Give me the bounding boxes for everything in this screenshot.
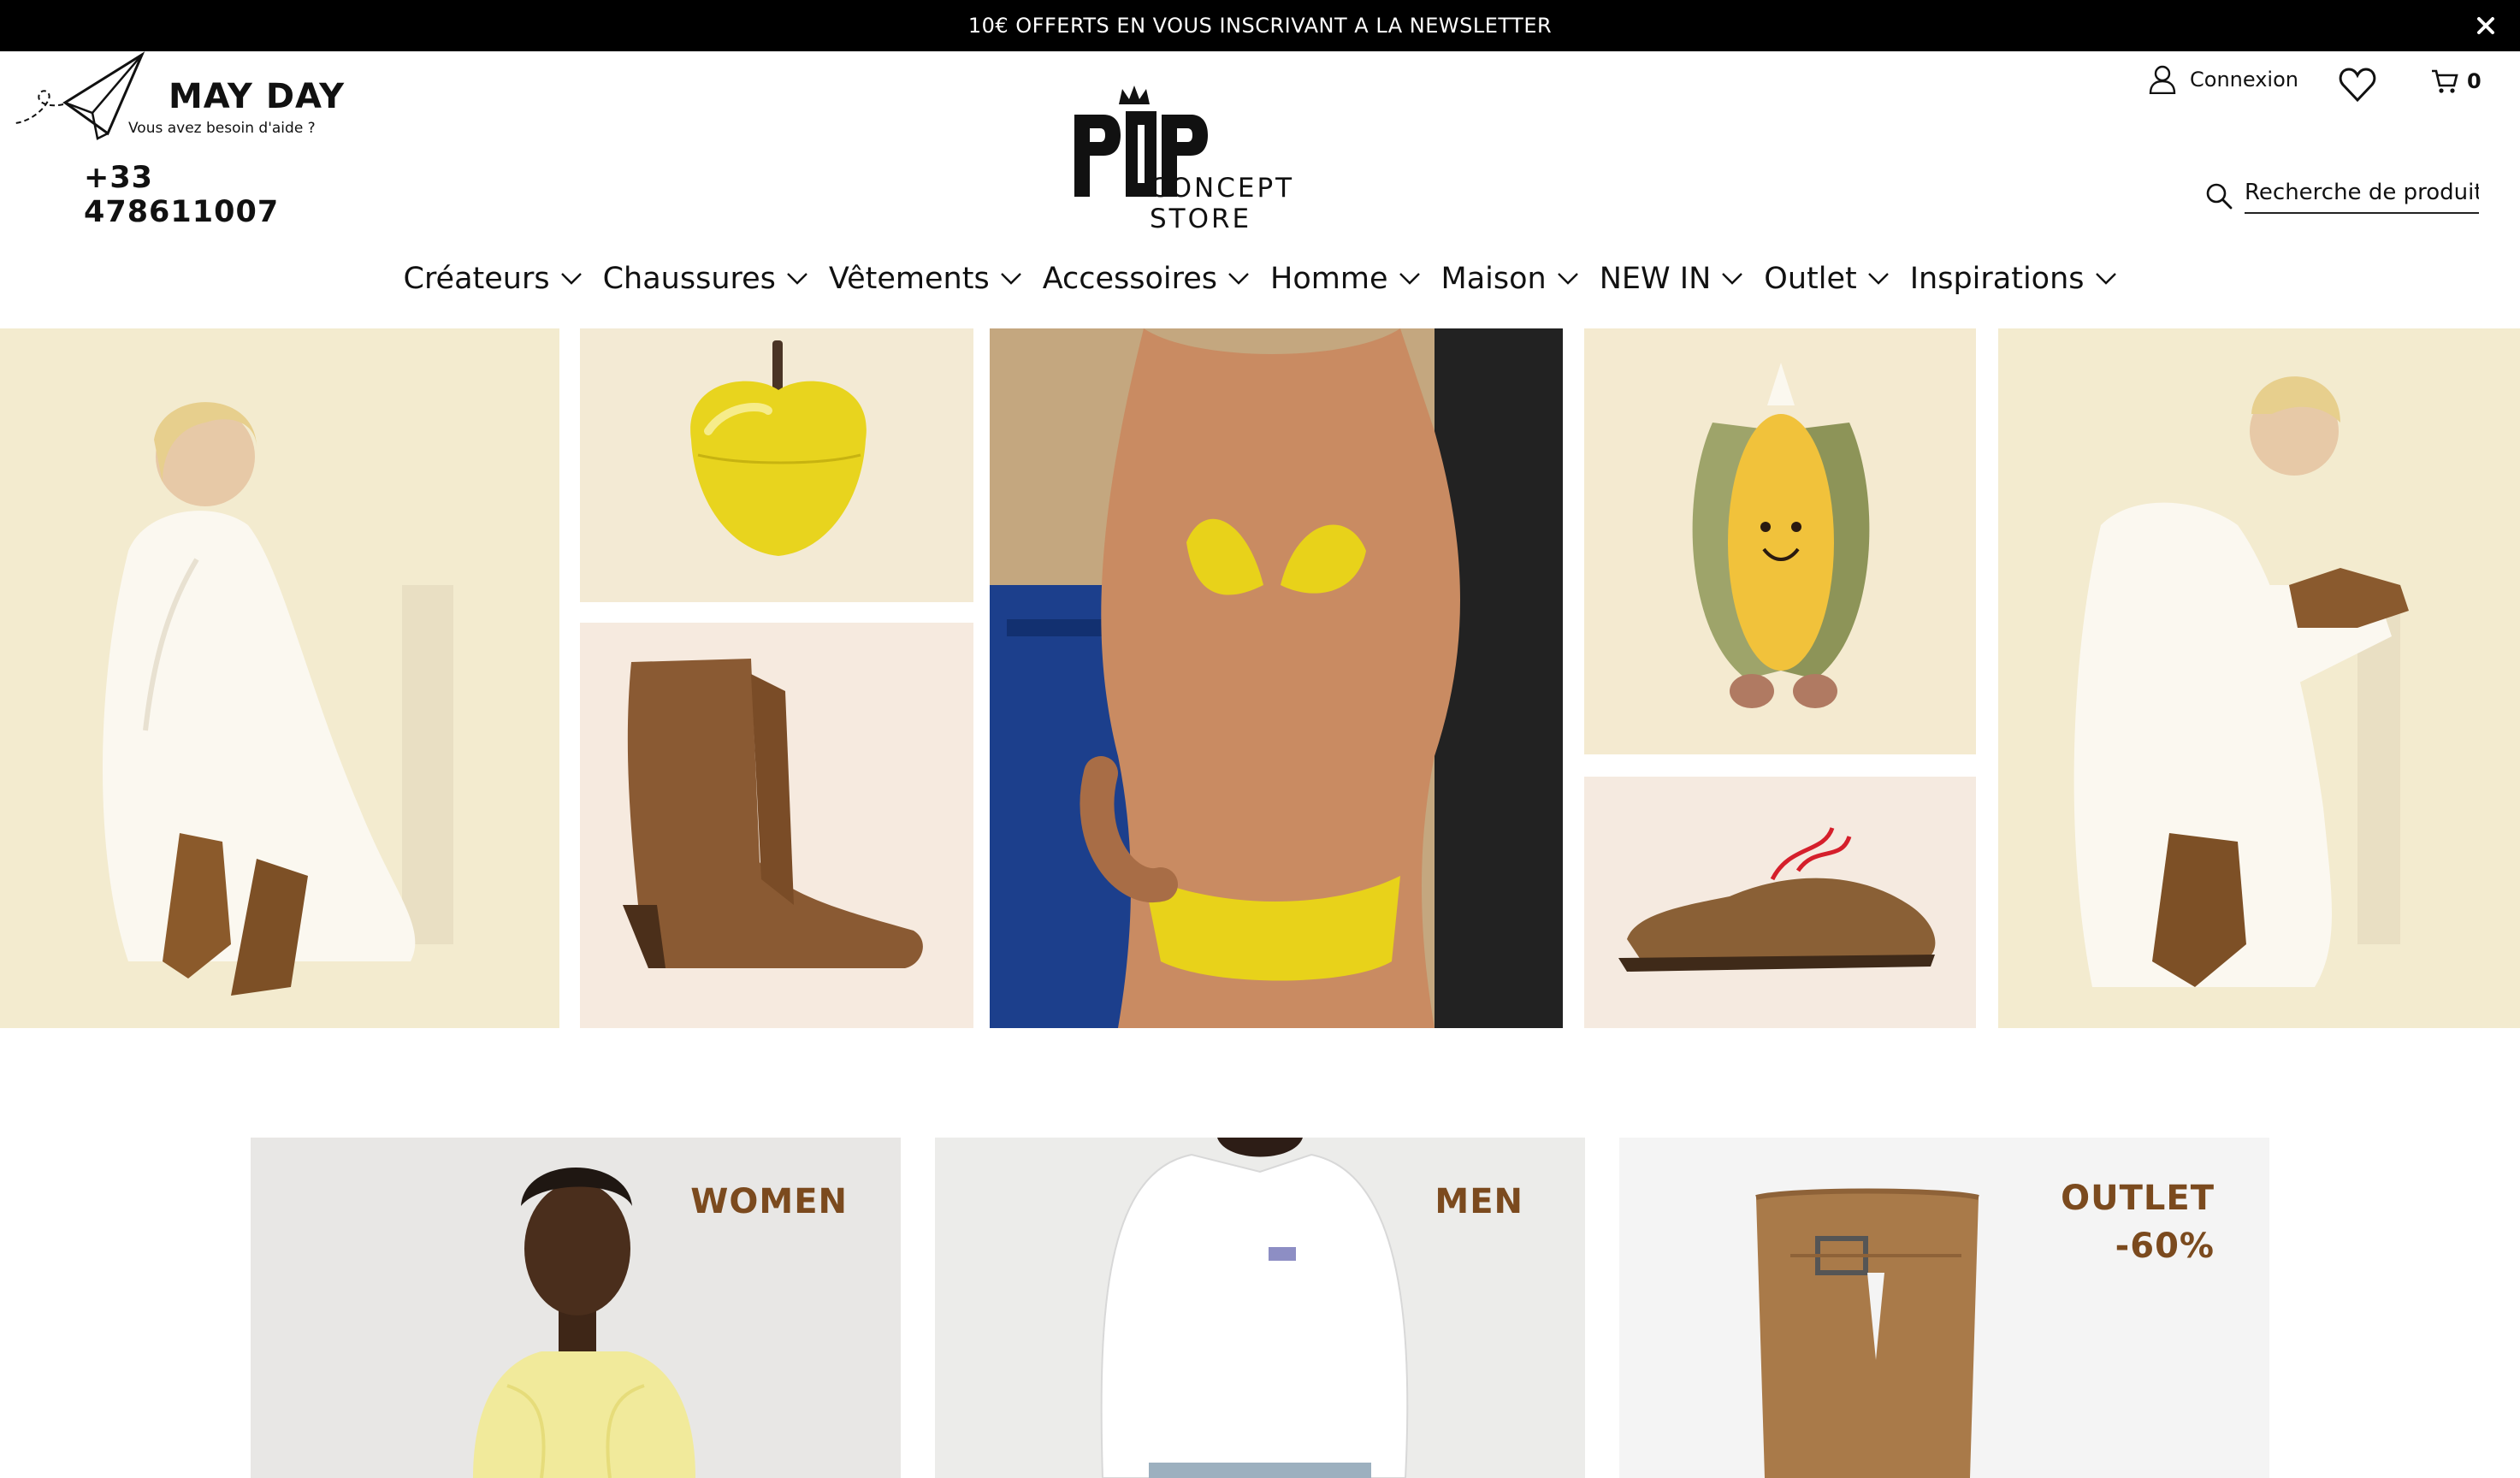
nav-item-label: Inspirations: [1909, 262, 2085, 296]
help-title: MAY DAY: [169, 77, 346, 116]
chevron-down-icon: [1722, 273, 1743, 285]
collage-image-apple-box[interactable]: [580, 328, 973, 602]
nav-item-chaussures[interactable]: Chaussures: [603, 262, 808, 296]
logo-text: CONCEPT STORE: [1150, 173, 1295, 234]
nav-item-label: Chaussures: [602, 262, 776, 296]
paper-plane-icon: [15, 51, 145, 140]
category-card-outlet[interactable]: OUTLET -60%: [1619, 1138, 2269, 1478]
chevron-down-icon: [2095, 273, 2116, 285]
nav-item-label: Vêtements: [828, 262, 990, 296]
nav-item-label: NEW IN: [1599, 262, 1712, 296]
account-label: Connexion: [2190, 68, 2298, 92]
chevron-down-icon: [560, 273, 582, 285]
account-link[interactable]: Connexion: [2149, 65, 2298, 94]
cart-icon: [2432, 69, 2458, 93]
chevron-down-icon: [1399, 273, 1420, 285]
outlet-label-line2: -60%: [2115, 1227, 2215, 1266]
nav-item-outlet[interactable]: Outlet: [1764, 262, 1889, 296]
category-label-women: WOMEN: [690, 1182, 848, 1221]
search-bar: [2205, 178, 2479, 214]
hero-collage: [0, 328, 2520, 1028]
chevron-down-icon: [1228, 273, 1249, 285]
nav-item-createurs[interactable]: Créateurs: [404, 262, 583, 296]
nav-item-maison[interactable]: Maison: [1441, 262, 1579, 296]
chevron-down-icon: [787, 273, 807, 285]
nav-item-label: Créateurs: [403, 262, 550, 296]
store-logo[interactable]: CONCEPT STORE: [1073, 86, 1398, 234]
nav-item-inspirations[interactable]: Inspirations: [1910, 262, 2117, 296]
cart-button[interactable]: 0: [2431, 68, 2482, 94]
search-icon[interactable]: [2205, 182, 2233, 210]
collage-image-bikini[interactable]: [990, 328, 1563, 1028]
help-block: MAY DAY Vous avez besoin d'aide ? +33 47…: [14, 51, 356, 229]
announcement-text[interactable]: 10€ OFFERTS EN VOUS INSCRIVANT A LA NEWS…: [968, 14, 1552, 38]
outlet-label-line1: OUTLET: [2061, 1179, 2215, 1218]
close-icon[interactable]: [2470, 10, 2501, 41]
phone-number[interactable]: +33 478611007: [84, 161, 356, 229]
collage-image-woman-dress[interactable]: [0, 328, 559, 1028]
nav-item-vetements[interactable]: Vêtements: [829, 262, 1022, 296]
search-input[interactable]: [2245, 178, 2479, 214]
user-icon: [2149, 65, 2176, 94]
nav-item-homme[interactable]: Homme: [1270, 262, 1420, 296]
nav-item-new-in[interactable]: NEW IN: [1600, 262, 1744, 296]
cart-count: 0: [2467, 69, 2482, 93]
main-nav: Créateurs Chaussures Vêtements Accessoir…: [0, 253, 2520, 304]
chevron-down-icon: [1000, 273, 1021, 285]
category-label-men: MEN: [1435, 1182, 1523, 1221]
help-subtitle: Vous avez besoin d'aide ?: [128, 120, 316, 137]
nav-item-label: Accessoires: [1042, 262, 1218, 296]
collage-image-mule[interactable]: [1584, 777, 1976, 1028]
collage-image-corn-plush[interactable]: [1584, 328, 1976, 754]
nav-item-label: Outlet: [1764, 262, 1857, 296]
heart-icon: [2339, 68, 2376, 103]
nav-item-label: Homme: [1270, 262, 1388, 296]
chevron-down-icon: [1867, 273, 1889, 285]
category-card-women[interactable]: WOMEN: [251, 1138, 901, 1478]
wishlist-button[interactable]: [2339, 67, 2376, 103]
collage-image-fringe-boot[interactable]: [580, 623, 973, 1028]
category-card-men[interactable]: MEN: [935, 1138, 1585, 1478]
collage-image-woman-seated[interactable]: [1998, 328, 2520, 1028]
nav-item-accessoires[interactable]: Accessoires: [1043, 262, 1250, 296]
category-label-outlet: OUTLET -60%: [2061, 1179, 2215, 1266]
nav-item-label: Maison: [1440, 262, 1547, 296]
announcement-bar: 10€ OFFERTS EN VOUS INSCRIVANT A LA NEWS…: [0, 0, 2520, 51]
chevron-down-icon: [1557, 273, 1578, 285]
